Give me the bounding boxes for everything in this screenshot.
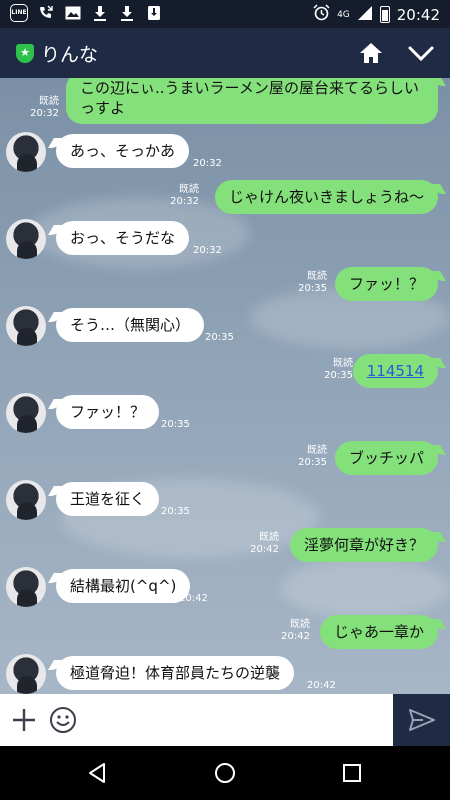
message-meta: 既読 20:35 bbox=[324, 358, 353, 381]
avatar[interactable] bbox=[6, 393, 46, 433]
message-bubble-outgoing[interactable]: じゃあ一章か bbox=[319, 615, 438, 649]
clock: 20:42 bbox=[396, 5, 440, 24]
send-icon bbox=[409, 709, 435, 731]
back-icon[interactable] bbox=[86, 762, 108, 784]
emoji-icon[interactable] bbox=[48, 705, 78, 735]
message-meta: 既読 20:35 bbox=[298, 445, 327, 468]
avatar[interactable] bbox=[6, 567, 46, 607]
message-bubble-incoming[interactable]: そう…（無関心） bbox=[56, 308, 205, 342]
message-meta: 既読 20:42 bbox=[250, 532, 279, 555]
message-bubble-incoming[interactable]: ファッ！？ bbox=[56, 395, 160, 429]
message-bubble-incoming[interactable]: 王道を征く bbox=[56, 482, 160, 516]
plus-icon[interactable] bbox=[10, 706, 38, 734]
recent-apps-icon[interactable] bbox=[342, 763, 362, 783]
message-meta: 既読 20:42 bbox=[281, 619, 310, 642]
shield-star-icon: ★ bbox=[16, 44, 34, 63]
message-bubble-outgoing[interactable]: 淫夢何章が好き？ bbox=[289, 528, 438, 562]
message-time: 20:32 bbox=[193, 158, 222, 169]
avatar[interactable] bbox=[6, 480, 46, 520]
image-icon bbox=[64, 4, 82, 22]
send-button[interactable] bbox=[393, 694, 450, 746]
notification-icons: LINE bbox=[10, 4, 163, 22]
message-bubble-outgoing[interactable]: ブッチッパ bbox=[334, 441, 438, 475]
message-time: 20:35 bbox=[161, 506, 190, 517]
alarm-icon bbox=[313, 4, 330, 25]
message-meta: 既読 20:35 bbox=[298, 271, 327, 294]
message-input-bar bbox=[0, 694, 450, 746]
avatar[interactable] bbox=[6, 306, 46, 346]
chat-header: ★ りんな bbox=[0, 28, 450, 78]
message-time: 20:42 bbox=[179, 593, 208, 604]
message-bubble-outgoing[interactable]: じゃけん夜いきましょうね〜 bbox=[214, 180, 438, 214]
message-link[interactable]: 114514 bbox=[367, 362, 424, 380]
message-bubble-incoming[interactable]: あっ、そっかあ bbox=[56, 134, 190, 168]
status-bar: LINE 4G 20:42 bbox=[0, 0, 450, 28]
home-icon[interactable] bbox=[356, 38, 386, 68]
avatar[interactable] bbox=[6, 654, 46, 694]
message-bubble-outgoing[interactable]: ファッ！？ bbox=[334, 267, 438, 301]
message-bubble-outgoing[interactable]: この辺にぃ..うまいラーメン屋の屋台来てるらしいっすよ bbox=[66, 78, 438, 124]
message-bubble-incoming[interactable]: おっ、そうだな bbox=[56, 221, 190, 255]
avatar[interactable] bbox=[6, 132, 46, 172]
message-bubble-outgoing[interactable]: 114514 bbox=[352, 354, 438, 388]
system-icons: 4G 20:42 bbox=[313, 4, 440, 25]
chat-area[interactable]: 既読 20:32 この辺にぃ..うまいラーメン屋の屋台来てるらしいっすよ あっ、そ… bbox=[0, 78, 450, 694]
signal-icon bbox=[357, 5, 373, 25]
chevron-down-icon[interactable] bbox=[404, 38, 438, 68]
message-bubble-incoming[interactable]: 極道脅迫！体育部員たちの逆襲 bbox=[56, 656, 295, 690]
background-cloud bbox=[280, 558, 450, 618]
home-circle-icon[interactable] bbox=[214, 762, 236, 784]
system-nav-bar bbox=[0, 746, 450, 800]
chat-title: りんな bbox=[41, 44, 99, 66]
download-icon bbox=[118, 4, 136, 22]
line-icon: LINE bbox=[10, 4, 28, 22]
download-icon bbox=[91, 4, 109, 22]
message-time: 20:32 bbox=[193, 245, 222, 256]
message-meta: 既読 20:32 bbox=[170, 184, 199, 207]
message-bubble-incoming[interactable]: 結構最初(^q^) bbox=[56, 569, 191, 603]
message-time: 20:35 bbox=[161, 419, 190, 430]
avatar[interactable] bbox=[6, 219, 46, 259]
battery-icon bbox=[379, 6, 390, 23]
message-time: 20:42 bbox=[307, 680, 336, 691]
download-box-icon bbox=[145, 4, 163, 22]
missed-call-icon bbox=[37, 4, 55, 22]
message-meta: 既読 20:32 bbox=[30, 96, 59, 119]
network-type: 4G bbox=[337, 9, 350, 20]
message-time: 20:35 bbox=[205, 332, 234, 343]
message-input[interactable] bbox=[88, 704, 383, 736]
